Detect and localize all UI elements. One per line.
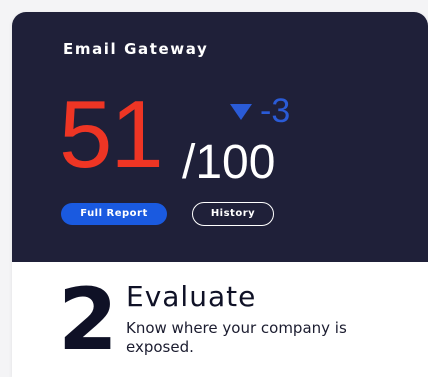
score-panel: Email Gateway 51 -3 /100 Full Report His… bbox=[12, 12, 428, 262]
step-number: 2 bbox=[58, 270, 118, 370]
score-card: Email Gateway 51 -3 /100 Full Report His… bbox=[12, 12, 428, 377]
score-delta-value: -3 bbox=[260, 92, 291, 130]
score-delta: -3 bbox=[230, 92, 290, 130]
card-title: Email Gateway bbox=[63, 40, 209, 58]
score-total: /100 bbox=[182, 136, 276, 189]
score-value: 51 bbox=[59, 81, 164, 188]
history-button[interactable]: History bbox=[192, 202, 274, 226]
step-title: Evaluate bbox=[126, 280, 257, 313]
triangle-down-icon bbox=[230, 104, 252, 120]
full-report-button[interactable]: Full Report bbox=[61, 203, 167, 225]
step-description: Know where your company is exposed. bbox=[126, 319, 347, 356]
